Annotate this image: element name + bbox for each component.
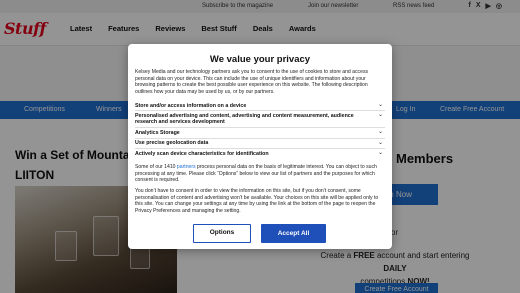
purpose-label: Analytics Storage [135, 129, 180, 136]
purpose-label: Store and/or access information on a dev… [135, 102, 247, 109]
purpose-item-device-scan[interactable]: Actively scan device characteristics for… [135, 148, 385, 158]
purpose-item-personalised-ads[interactable]: Personalised advertising and content, ad… [135, 110, 385, 127]
purpose-label: Use precise geolocation data [135, 140, 209, 147]
partners-text: Some of our 1410 [135, 164, 177, 170]
purpose-item-geolocation[interactable]: Use precise geolocation data ⌄ [135, 137, 385, 148]
dialog-title: We value your privacy [209, 54, 311, 65]
chevron-down-icon: ⌄ [377, 112, 383, 119]
purpose-item-analytics[interactable]: Analytics Storage ⌄ [135, 127, 385, 137]
no-consent-paragraph: You don’t have to consent in order to vi… [135, 188, 379, 214]
purpose-label: Personalised advertising and content, ad… [135, 112, 354, 126]
partners-paragraph: Some of our 1410 partners process person… [135, 164, 386, 184]
chevron-down-icon: ⌄ [377, 129, 383, 136]
purpose-item-storage[interactable]: Store and/or access information on a dev… [135, 101, 385, 110]
purpose-label: Actively scan device characteristics for… [135, 150, 269, 157]
partners-link[interactable]: partners [177, 164, 196, 170]
dialog-intro: Kelsey Media and our technology partners… [135, 69, 369, 95]
chevron-down-icon: ⌄ [377, 150, 383, 157]
options-button[interactable]: Options [193, 224, 251, 243]
chevron-down-icon: ⌄ [377, 102, 383, 108]
purpose-list: Store and/or access information on a dev… [135, 101, 385, 158]
accept-all-button[interactable]: Accept All [261, 224, 326, 243]
chevron-down-icon: ⌄ [377, 139, 383, 146]
privacy-consent-dialog: We value your privacy Kelsey Media and o… [128, 44, 392, 249]
